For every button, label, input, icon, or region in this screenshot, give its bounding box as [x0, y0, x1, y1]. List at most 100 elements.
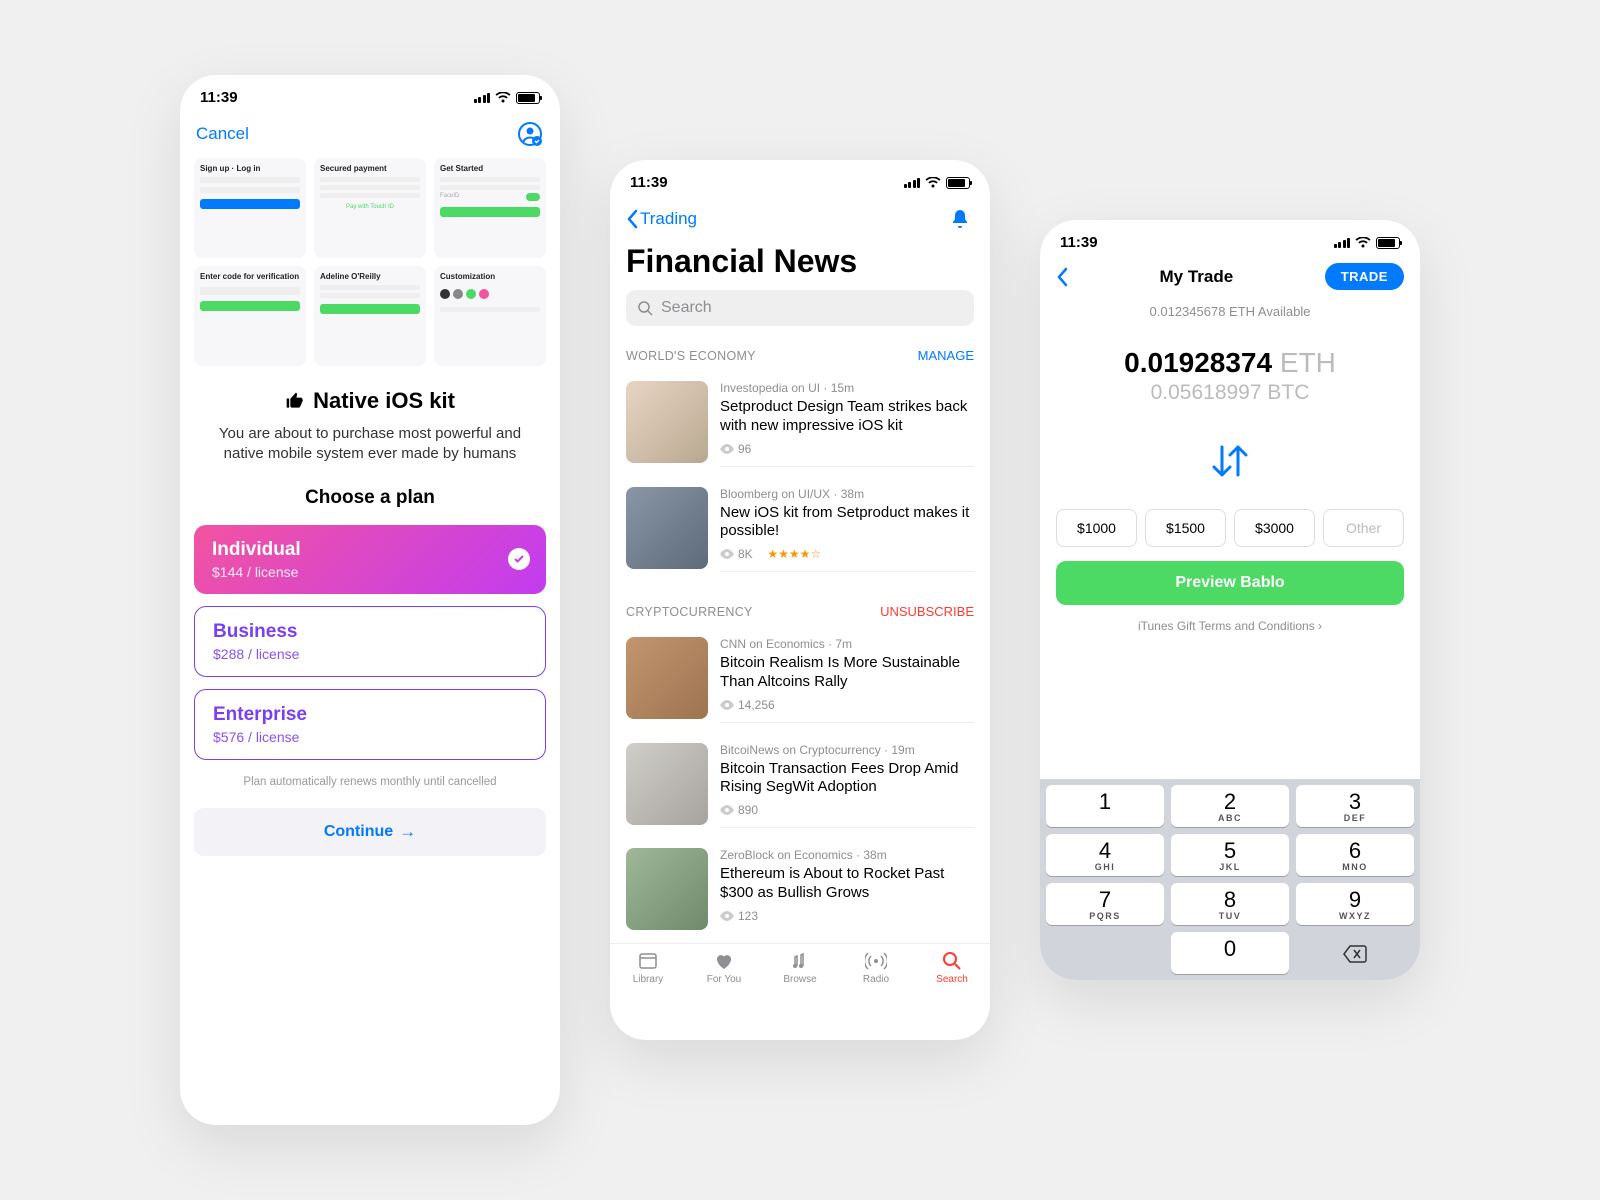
- preview-grid: Sign up · Log in Secured paymentPay with…: [180, 158, 560, 366]
- back-chevron-icon[interactable]: [1056, 267, 1068, 287]
- swap-icon[interactable]: [1040, 433, 1420, 489]
- plan-business[interactable]: Business $288 / license: [194, 606, 546, 677]
- battery-icon: [1376, 237, 1400, 249]
- key-backspace[interactable]: [1296, 932, 1414, 974]
- page-title: Financial News: [610, 243, 990, 280]
- status-time: 11:39: [200, 89, 238, 106]
- rating-stars: ★★★★☆: [767, 547, 821, 561]
- wifi-icon: [495, 92, 511, 104]
- numeric-keypad: 1 2ABC 3DEF 4GHI 5JKL 6MNO 7PQRS 8TUV 9W…: [1040, 779, 1420, 980]
- key-7[interactable]: 7PQRS: [1046, 883, 1164, 925]
- status-time: 11:39: [1060, 234, 1098, 251]
- news-item[interactable]: Bloomberg on UI/UX · 38m New iOS kit fro…: [610, 477, 990, 583]
- section-header: WORLD'S ECONOMY MANAGE: [610, 326, 990, 371]
- manage-button[interactable]: MANAGE: [918, 348, 974, 363]
- available-balance: 0.012345678 ETH Available: [1040, 304, 1420, 319]
- news-item[interactable]: CNN on Economics · 7m Bitcoin Realism Is…: [610, 627, 990, 733]
- tab-search[interactable]: Search: [914, 950, 990, 985]
- tab-for-you[interactable]: For You: [686, 950, 762, 985]
- bell-icon[interactable]: [946, 205, 974, 233]
- news-thumb: [626, 743, 708, 825]
- check-icon: [508, 548, 530, 570]
- key-blank: [1046, 932, 1164, 974]
- trade-header: My Trade TRADE: [1040, 255, 1420, 298]
- secondary-amount: 0.05618997 BTC: [1040, 381, 1420, 405]
- tab-library[interactable]: Library: [610, 950, 686, 985]
- status-time: 11:39: [630, 174, 668, 191]
- nav-bar: Cancel: [180, 110, 560, 158]
- key-2[interactable]: 2ABC: [1171, 785, 1289, 827]
- search-input[interactable]: Search: [626, 290, 974, 326]
- backspace-icon: [1342, 944, 1368, 964]
- primary-amount: 0.01928374 ETH: [1040, 347, 1420, 379]
- news-item[interactable]: ZeroBlock on Economics · 38m Ethereum is…: [610, 838, 990, 943]
- chip-1500[interactable]: $1500: [1145, 509, 1226, 547]
- thumbs-up-icon: [285, 391, 305, 411]
- eye-icon: [720, 549, 734, 559]
- description: You are about to purchase most powerful …: [180, 414, 560, 465]
- preview-card: Get StartedFaceID: [434, 158, 546, 258]
- terms-link[interactable]: iTunes Gift Terms and Conditions: [1040, 619, 1420, 633]
- key-8[interactable]: 8TUV: [1171, 883, 1289, 925]
- preview-card: Adeline O'Reilly: [314, 266, 426, 366]
- arrow-right-icon: →: [399, 822, 416, 842]
- signal-icon: [474, 93, 491, 103]
- chevron-left-icon: [626, 209, 638, 229]
- chip-other[interactable]: Other: [1323, 509, 1404, 547]
- tab-browse[interactable]: Browse: [762, 950, 838, 985]
- preview-card: Secured paymentPay with Touch ID: [314, 158, 426, 258]
- tab-bar: Library For You Browse Radio Search: [610, 943, 990, 995]
- phone-purchase: 11:39 Cancel Sign up · Log in Secured pa…: [180, 75, 560, 1125]
- status-bar: 11:39: [610, 160, 990, 195]
- eye-icon: [720, 700, 734, 710]
- key-5[interactable]: 5JKL: [1171, 834, 1289, 876]
- page-title: Native iOS kit: [180, 388, 560, 414]
- wifi-icon: [925, 177, 941, 189]
- key-6[interactable]: 6MNO: [1296, 834, 1414, 876]
- key-4[interactable]: 4GHI: [1046, 834, 1164, 876]
- continue-button[interactable]: Continue →: [194, 808, 546, 856]
- choose-heading: Choose a plan: [180, 487, 560, 509]
- signal-icon: [1334, 238, 1351, 248]
- unsubscribe-button[interactable]: UNSUBSCRIBE: [880, 604, 974, 619]
- wifi-icon: [1355, 237, 1371, 249]
- news-thumb: [626, 637, 708, 719]
- chip-1000[interactable]: $1000: [1056, 509, 1137, 547]
- profile-icon[interactable]: [516, 120, 544, 148]
- phone-trade: 11:39 My Trade TRADE 0.012345678 ETH Ava…: [1040, 220, 1420, 980]
- status-bar: 11:39: [1040, 220, 1420, 255]
- chip-3000[interactable]: $3000: [1234, 509, 1315, 547]
- preview-card: Sign up · Log in: [194, 158, 306, 258]
- key-1[interactable]: 1: [1046, 785, 1164, 827]
- key-3[interactable]: 3DEF: [1296, 785, 1414, 827]
- preview-button[interactable]: Preview Bablo: [1056, 561, 1404, 605]
- plan-individual[interactable]: Individual $144 / license: [194, 525, 546, 594]
- preview-card: Customization: [434, 266, 546, 366]
- key-9[interactable]: 9WXYZ: [1296, 883, 1414, 925]
- key-0[interactable]: 0: [1171, 932, 1289, 974]
- signal-icon: [904, 178, 921, 188]
- search-icon: [638, 301, 653, 316]
- news-item[interactable]: BitcoiNews on Cryptocurrency · 19m Bitco…: [610, 733, 990, 839]
- news-item[interactable]: Investopedia on UI · 15m Setproduct Desi…: [610, 371, 990, 477]
- phone-news: 11:39 Trading Financial News Search WORL…: [610, 160, 990, 1040]
- amount-chips: $1000 $1500 $3000 Other: [1040, 509, 1420, 547]
- eye-icon: [720, 805, 734, 815]
- trade-button[interactable]: TRADE: [1325, 263, 1404, 290]
- tab-radio[interactable]: Radio: [838, 950, 914, 985]
- nav-bar: Trading: [610, 195, 990, 243]
- preview-card: Enter code for verification: [194, 266, 306, 366]
- plan-footer: Plan automatically renews monthly until …: [180, 776, 560, 788]
- cancel-button[interactable]: Cancel: [196, 124, 249, 144]
- section-header: CRYPTOCURRENCY UNSUBSCRIBE: [610, 582, 990, 627]
- eye-icon: [720, 444, 734, 454]
- eye-icon: [720, 911, 734, 921]
- plan-list: Individual $144 / license Business $288 …: [180, 509, 560, 766]
- back-button[interactable]: Trading: [626, 209, 697, 229]
- news-thumb: [626, 848, 708, 930]
- battery-icon: [516, 92, 540, 104]
- status-bar: 11:39: [180, 75, 560, 110]
- battery-icon: [946, 177, 970, 189]
- plan-enterprise[interactable]: Enterprise $576 / license: [194, 689, 546, 760]
- news-thumb: [626, 487, 708, 569]
